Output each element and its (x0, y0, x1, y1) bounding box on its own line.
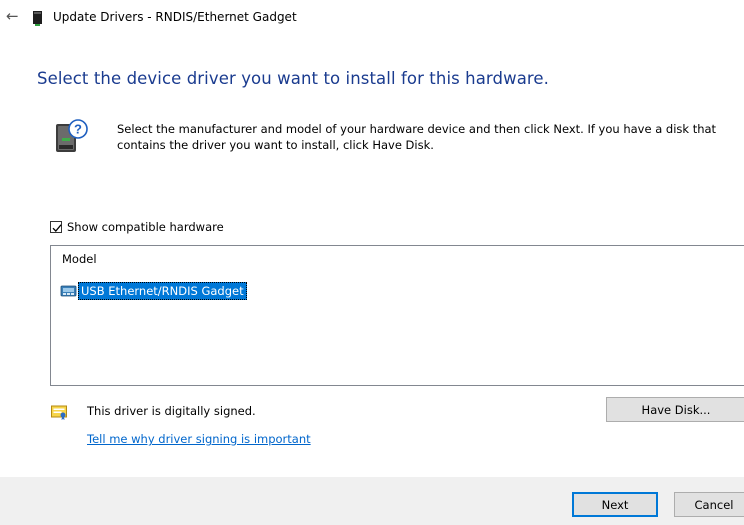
hardware-question-icon: ? (56, 119, 88, 152)
model-column-header: Model (62, 252, 97, 266)
window-title: Update Drivers - RNDIS/Ethernet Gadget (53, 10, 297, 24)
network-adapter-icon (60, 285, 77, 297)
have-disk-button[interactable]: Have Disk... (606, 397, 744, 422)
page-heading: Select the device driver you want to ins… (37, 69, 550, 88)
cancel-button[interactable]: Cancel (674, 492, 744, 517)
model-list[interactable]: Model USB Ethernet/RNDIS Gadget (50, 245, 744, 386)
instructions-text: Select the manufacturer and model of you… (117, 122, 717, 152)
list-item-label: USB Ethernet/RNDIS Gadget (78, 282, 247, 300)
device-icon (33, 11, 42, 26)
svg-text:?: ? (74, 122, 82, 137)
title-bar: ← Update Drivers - RNDIS/Ethernet Gadget (0, 0, 744, 34)
next-button[interactable]: Next (572, 492, 658, 517)
checkbox-label: Show compatible hardware (67, 220, 224, 234)
checkbox-box[interactable] (50, 221, 62, 233)
checkmark-icon (52, 224, 62, 232)
back-arrow-icon[interactable]: ← (6, 8, 19, 24)
signed-certificate-icon (51, 405, 67, 420)
signature-status-text: This driver is digitally signed. (87, 404, 256, 418)
driver-signing-link[interactable]: Tell me why driver signing is important (87, 432, 311, 446)
list-item[interactable]: USB Ethernet/RNDIS Gadget (60, 282, 247, 300)
show-compatible-checkbox[interactable]: Show compatible hardware (50, 219, 224, 235)
